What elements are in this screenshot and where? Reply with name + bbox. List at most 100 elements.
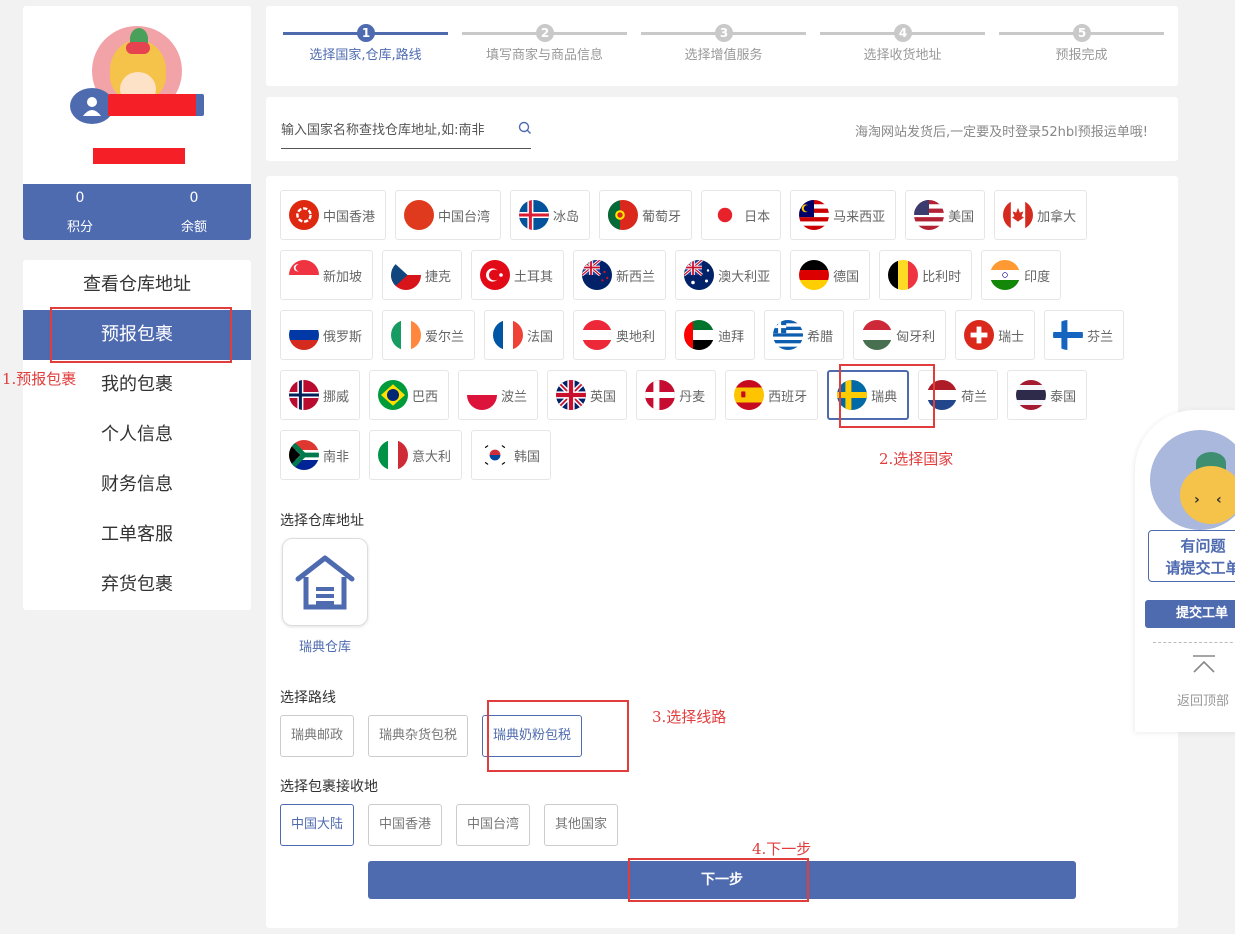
route-chip[interactable]: 瑞典邮政	[280, 715, 355, 757]
country-option[interactable]: 芬兰	[1044, 310, 1125, 360]
destination-chip[interactable]: 其他国家	[544, 804, 619, 846]
country-option[interactable]: 印度	[981, 250, 1062, 300]
menu-item-forecast-package[interactable]: 预报包裹	[23, 310, 251, 360]
ask-question-box[interactable]: 有问题 请提交工单	[1148, 530, 1235, 582]
country-name: 印度	[1024, 269, 1051, 285]
redacted-nickname	[93, 148, 185, 164]
country-option[interactable]: 希腊	[764, 310, 845, 360]
country-name: 爱尔兰	[425, 329, 465, 345]
country-option[interactable]: 瑞士	[955, 310, 1036, 360]
search-icon[interactable]	[514, 117, 536, 139]
country-option[interactable]: 捷克	[382, 250, 463, 300]
route-chip[interactable]: 瑞典奶粉包税	[482, 715, 583, 757]
country-option[interactable]: 英国	[547, 370, 628, 420]
mascot-avatar: › ‹	[1150, 430, 1235, 530]
back-to-top-label[interactable]: 返回顶部	[1177, 690, 1229, 709]
country-option[interactable]: 意大利	[369, 430, 463, 480]
country-option[interactable]: 波兰	[458, 370, 539, 420]
warehouse-name: 瑞典仓库	[298, 640, 351, 655]
se-flag-icon	[837, 380, 868, 410]
country-option[interactable]: 挪威	[280, 370, 361, 420]
country-option[interactable]: 新西兰	[573, 250, 667, 300]
country-name: 新西兰	[616, 269, 656, 285]
country-option[interactable]: 土耳其	[471, 250, 565, 300]
at-flag-icon	[582, 320, 613, 350]
tw-flag-icon	[404, 200, 435, 230]
annotation-step-3: 3.选择线路	[652, 708, 727, 726]
country-option[interactable]: 瑞典	[827, 370, 910, 420]
country-option[interactable]: 泰国	[1007, 370, 1088, 420]
destination-chip[interactable]: 中国大陆	[280, 804, 355, 846]
country-option[interactable]: 加拿大	[994, 190, 1088, 240]
country-option[interactable]: 韩国	[471, 430, 552, 480]
menu-item-abandoned-packages[interactable]: 弃货包裹	[23, 560, 251, 610]
country-name: 迪拜	[718, 329, 745, 345]
destination-chip[interactable]: 中国香港	[368, 804, 443, 846]
progress-steps: 1 选择国家,仓库,路线 2 填写商家与商品信息 3 选择增值服务 4 选择收货…	[266, 6, 1178, 86]
destination-chip[interactable]: 中国台湾	[456, 804, 531, 846]
points-stat[interactable]: 0 积分	[23, 184, 137, 240]
country-name: 波兰	[501, 389, 528, 405]
warehouse-option[interactable]	[282, 538, 368, 626]
country-option[interactable]: 爱尔兰	[382, 310, 476, 360]
step-2: 2 填写商家与商品信息	[462, 6, 627, 86]
country-option[interactable]: 新加坡	[280, 250, 374, 300]
country-name: 土耳其	[514, 269, 554, 285]
route-chip[interactable]: 瑞典杂货包税	[368, 715, 469, 757]
country-option[interactable]: 丹麦	[636, 370, 717, 420]
country-name: 马来西亚	[833, 209, 886, 225]
route-options: 瑞典邮政 瑞典杂货包税 瑞典奶粉包税	[280, 715, 583, 757]
menu-item-personal-info[interactable]: 个人信息	[23, 410, 251, 460]
es-flag-icon	[734, 380, 765, 410]
country-option[interactable]: 冰岛	[510, 190, 591, 240]
country-option[interactable]: 匈牙利	[853, 310, 947, 360]
country-option[interactable]: 荷兰	[918, 370, 999, 420]
country-name: 比利时	[922, 269, 962, 285]
country-option[interactable]: 法国	[484, 310, 565, 360]
country-option[interactable]: 南非	[280, 430, 361, 480]
menu-item-ticket-service[interactable]: 工单客服	[23, 510, 251, 560]
za-flag-icon	[289, 440, 319, 470]
balance-label: 余额	[180, 220, 207, 235]
country-name: 冰岛	[553, 209, 580, 225]
warehouse-icon	[295, 555, 355, 610]
step-label: 选择收货地址	[863, 48, 942, 63]
country-option[interactable]: 比利时	[879, 250, 973, 300]
step-4: 4 选择收货地址	[820, 6, 985, 86]
submit-ticket-button[interactable]: 提交工单	[1145, 600, 1235, 628]
country-option[interactable]: 澳大利亚	[675, 250, 782, 300]
step-1: 1 选择国家,仓库,路线	[283, 6, 448, 86]
country-option[interactable]: 中国香港	[280, 190, 387, 240]
balance-stat[interactable]: 0 余额	[137, 184, 251, 240]
country-option[interactable]: 巴西	[369, 370, 450, 420]
country-option[interactable]: 葡萄牙	[599, 190, 693, 240]
country-name: 中国台湾	[438, 209, 491, 225]
menu-item-finance[interactable]: 财务信息	[23, 460, 251, 510]
country-option[interactable]: 中国台湾	[395, 190, 502, 240]
pl-flag-icon	[467, 380, 498, 410]
country-option[interactable]: 马来西亚	[790, 190, 897, 240]
country-name: 瑞士	[998, 329, 1025, 345]
country-option[interactable]: 西班牙	[725, 370, 819, 420]
mascot-eye-icon: ‹	[1216, 492, 1222, 508]
country-search-input[interactable]	[281, 113, 531, 149]
back-to-top-icon[interactable]	[1191, 654, 1217, 676]
ca-flag-icon	[1003, 200, 1034, 230]
step-number: 5	[1073, 24, 1091, 42]
country-option[interactable]: 德国	[790, 250, 871, 300]
destination-section-label: 选择包裹接收地	[280, 779, 378, 795]
country-option[interactable]: 奥地利	[573, 310, 667, 360]
country-option[interactable]: 俄罗斯	[280, 310, 374, 360]
help-widget: › ‹ 有问题 请提交工单 提交工单 返回顶部	[1135, 410, 1235, 732]
menu-item-view-warehouse[interactable]: 查看仓库地址	[23, 260, 251, 310]
next-step-button[interactable]: 下一步	[368, 861, 1076, 899]
in-flag-icon	[990, 260, 1021, 290]
country-option[interactable]: 美国	[905, 190, 986, 240]
sg-flag-icon	[289, 260, 319, 290]
step-number: 3	[715, 24, 733, 42]
country-option[interactable]: 迪拜	[675, 310, 756, 360]
country-name: 芬兰	[1087, 329, 1114, 345]
country-name: 捷克	[425, 269, 452, 285]
country-option[interactable]: 日本	[701, 190, 782, 240]
hu-flag-icon	[862, 320, 893, 350]
